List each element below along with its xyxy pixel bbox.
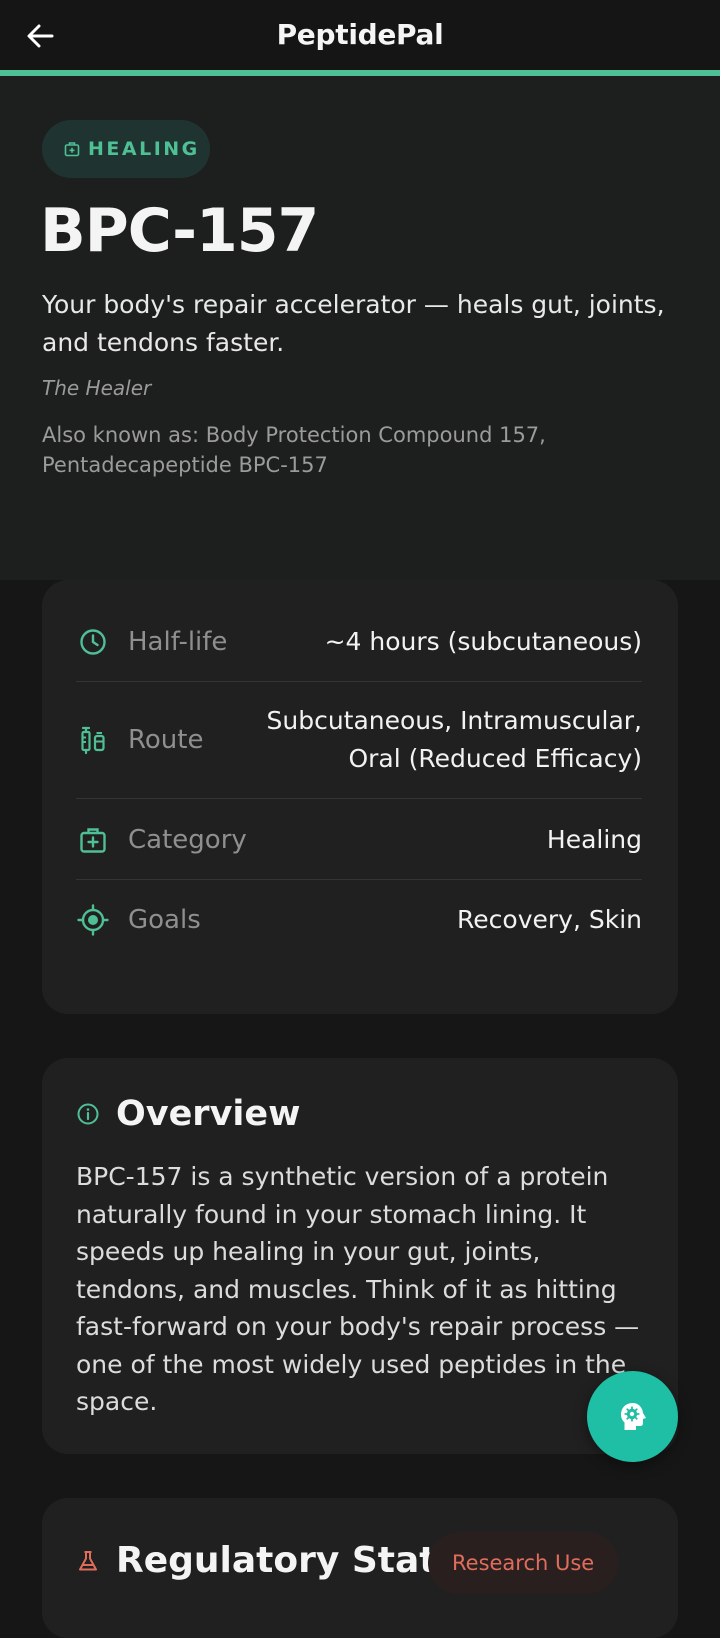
ai-assistant-button[interactable] xyxy=(587,1371,678,1462)
app-title: PeptidePal xyxy=(276,18,444,51)
overview-title: Overview xyxy=(116,1094,301,1134)
regulatory-header: Regulatory Status xyxy=(76,1540,484,1581)
divider xyxy=(76,879,642,880)
fact-label: Category xyxy=(128,825,247,855)
fact-label: Goals xyxy=(128,905,201,935)
overview-card: Overview BPC-157 is a synthetic version … xyxy=(42,1058,678,1454)
category-tag: HEALING xyxy=(42,120,210,178)
quick-facts-card: Half-life ~4 hours (subcutaneous) Route … xyxy=(42,580,678,1014)
peptide-hero: HEALING BPC-157 Your body's repair accel… xyxy=(0,76,720,580)
fact-label: Half-life xyxy=(128,627,228,657)
peptide-aliases: Also known as: Body Protection Compound … xyxy=(42,423,546,477)
fact-value: Recovery, Skin xyxy=(457,905,642,934)
top-app-bar: PeptidePal xyxy=(0,0,720,70)
fact-value: Subcutaneous, Intramuscular, Oral (Reduc… xyxy=(266,706,642,773)
peptide-name: BPC-157 xyxy=(40,196,319,266)
overview-header: Overview xyxy=(76,1094,300,1134)
peptide-tagline: Your body's repair accelerator — heals g… xyxy=(42,290,665,357)
target-icon xyxy=(77,904,109,936)
fact-value: Healing xyxy=(546,825,642,854)
ai-assistant-icon xyxy=(620,1402,646,1430)
fact-row-route: Route Subcutaneous, Intramuscular, Oral … xyxy=(76,702,642,778)
flask-icon xyxy=(79,1550,97,1570)
info-icon xyxy=(77,1103,99,1125)
syringe-icon xyxy=(81,726,105,755)
clock-icon xyxy=(80,629,106,655)
fact-row-category: Category Healing xyxy=(76,818,642,862)
overview-body: BPC-157 is a synthetic version of a prot… xyxy=(76,1162,640,1416)
divider xyxy=(76,798,642,799)
divider xyxy=(76,681,642,682)
medical-kit-icon xyxy=(80,828,106,853)
medical-kit-icon xyxy=(64,142,80,157)
fact-value: ~4 hours (subcutaneous) xyxy=(324,627,642,656)
regulatory-status-card: Regulatory Status Research Use xyxy=(42,1498,678,1638)
fact-row-half-life: Half-life ~4 hours (subcutaneous) xyxy=(76,620,642,664)
fact-label: Route xyxy=(128,725,204,755)
regulatory-badge: Research Use xyxy=(428,1532,619,1594)
category-tag-label: HEALING xyxy=(88,138,200,160)
fact-row-goals: Goals Recovery, Skin xyxy=(76,898,642,942)
peptide-nickname: The Healer xyxy=(42,376,152,400)
